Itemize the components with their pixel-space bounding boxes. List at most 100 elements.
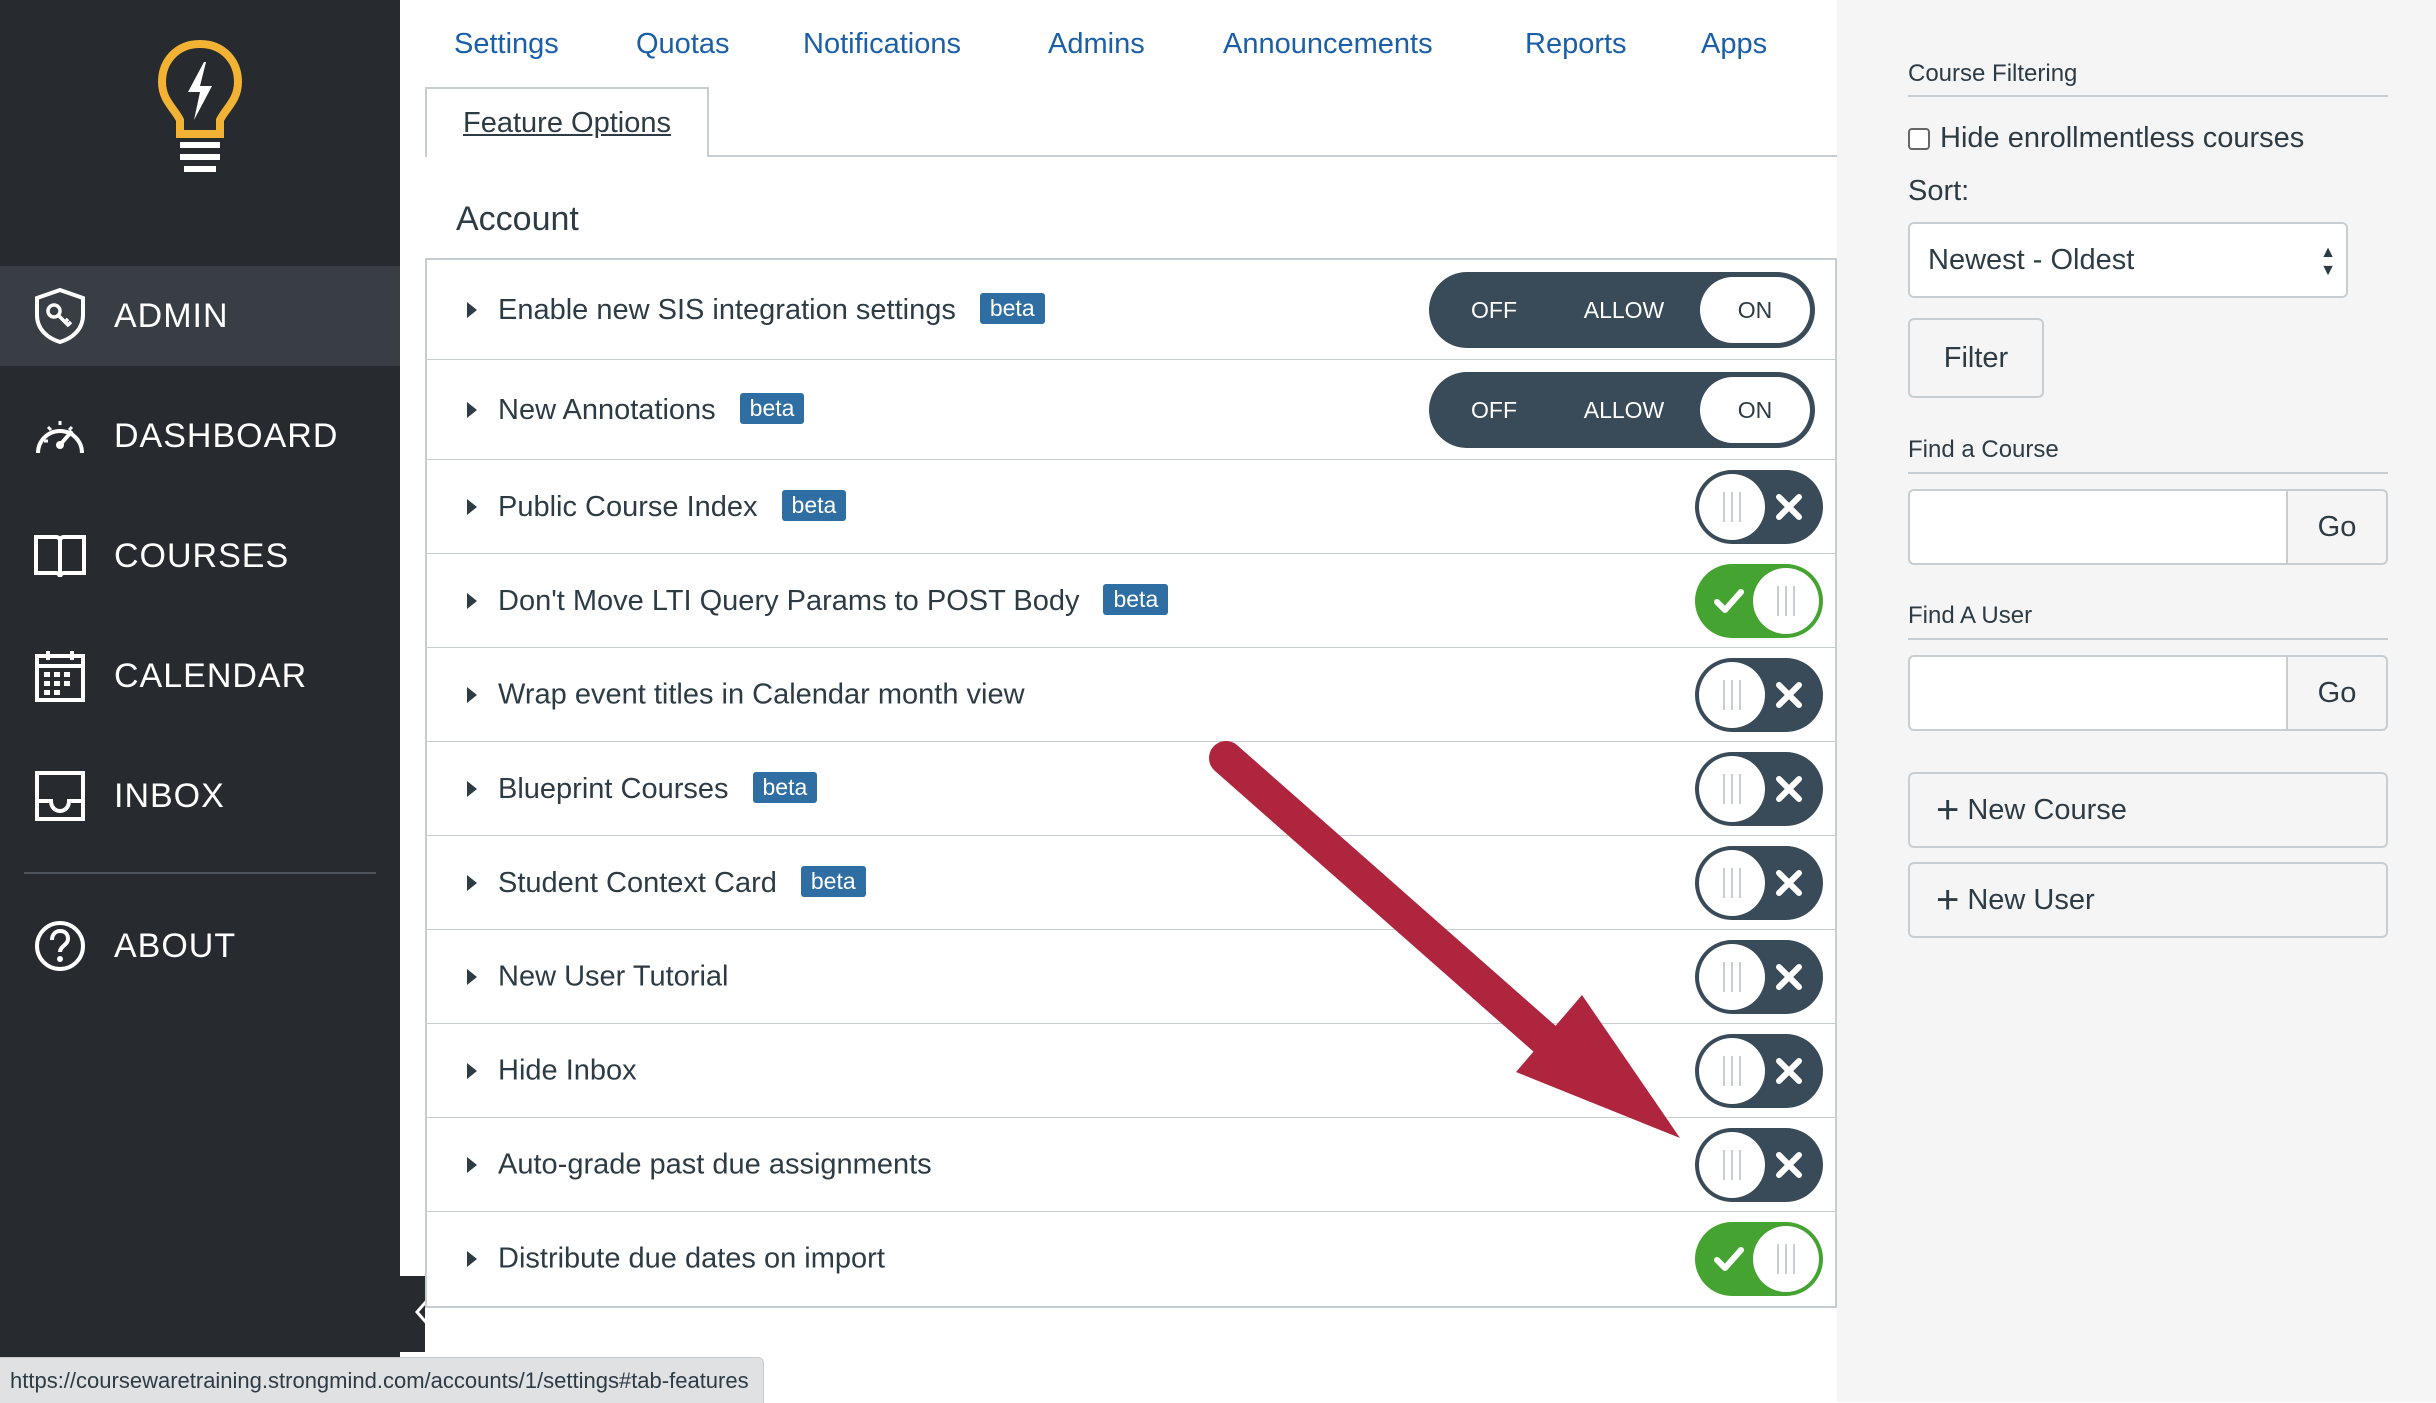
beta-badge: beta (781, 489, 847, 521)
filter-button[interactable]: Filter (1908, 318, 2044, 398)
x-icon (1769, 957, 1809, 997)
lightbulb-icon[interactable] (150, 36, 250, 176)
feature-state-selector[interactable]: OFF ALLOW ON (1429, 371, 1815, 448)
state-off-option[interactable]: OFF (1449, 372, 1539, 448)
speedometer-icon (30, 406, 90, 466)
state-allow-option[interactable]: ALLOW (1564, 372, 1684, 448)
expand-caret-icon[interactable] (467, 1156, 477, 1173)
global-navigation: ADMIN DASHBOARD COURSES CALENDAR INBOX A… (0, 0, 400, 1402)
expand-caret-icon[interactable] (467, 968, 477, 985)
nav-item-dashboard[interactable]: DASHBOARD (0, 386, 400, 486)
inbox-icon (30, 766, 90, 826)
sort-select-value: Newest - Oldest (1928, 243, 2135, 276)
checkbox-label[interactable]: Hide enrollmentless courses (1940, 122, 2304, 155)
new-user-button[interactable]: + New User (1908, 862, 2388, 938)
nav-item-label: CALENDAR (114, 656, 308, 695)
expand-caret-icon[interactable] (467, 874, 477, 891)
beta-badge: beta (800, 865, 866, 897)
x-icon (1769, 675, 1809, 715)
beta-badge: beta (979, 292, 1045, 324)
course-filtering-heading: Course Filtering (1908, 60, 2078, 87)
find-user-input[interactable] (1908, 655, 2288, 731)
feature-name: Distribute due dates on import (498, 1242, 885, 1275)
feature-state-selector[interactable]: OFF ALLOW ON (1429, 271, 1815, 348)
hide-enrollmentless-checkbox[interactable]: Hide enrollmentless courses (1908, 122, 2304, 155)
expand-caret-icon[interactable] (467, 1251, 477, 1267)
feature-name: Hide Inbox (498, 1054, 637, 1086)
nav-item-calendar[interactable]: CALENDAR (0, 626, 400, 726)
feature-row: Don't Move LTI Query Params to POST Body… (427, 554, 1835, 648)
tab-settings[interactable]: Settings (454, 28, 559, 61)
sort-label: Sort: (1908, 175, 1970, 207)
checkbox-box[interactable] (1908, 127, 1930, 150)
feature-row: Student Context Card beta (427, 836, 1835, 930)
expand-caret-icon[interactable] (467, 301, 477, 318)
x-icon (1769, 863, 1809, 903)
feature-row: Distribute due dates on import (427, 1212, 1835, 1306)
feature-toggle[interactable] (1695, 563, 1823, 638)
tab-reports[interactable]: Reports (1525, 28, 1627, 61)
toggle-grip-icon (1699, 849, 1765, 916)
check-icon (1709, 1239, 1749, 1279)
feature-toggle[interactable] (1695, 1222, 1823, 1296)
nav-item-label: COURSES (114, 536, 290, 575)
feature-name: Blueprint Courses beta (498, 771, 818, 806)
expand-caret-icon[interactable] (467, 498, 477, 515)
beta-badge: beta (752, 771, 818, 803)
feature-toggle[interactable] (1695, 845, 1823, 920)
tab-apps[interactable]: Apps (1701, 28, 1767, 61)
feature-toggle[interactable] (1695, 657, 1823, 732)
feature-name: Student Context Card beta (498, 865, 866, 900)
tab-notifications[interactable]: Notifications (803, 28, 961, 61)
divider (1908, 472, 2388, 474)
find-user-go-button[interactable]: Go (2286, 655, 2388, 731)
feature-toggle[interactable] (1695, 1127, 1823, 1202)
beta-badge: beta (1103, 583, 1169, 615)
find-course-go-button[interactable]: Go (2286, 489, 2388, 565)
beta-badge: beta (739, 392, 805, 424)
feature-toggle[interactable] (1695, 751, 1823, 826)
check-icon (1709, 581, 1749, 621)
tab-announcements[interactable]: Announcements (1223, 28, 1433, 61)
state-on-option[interactable]: ON (1700, 276, 1810, 343)
state-on-option[interactable]: ON (1700, 376, 1810, 443)
nav-item-admin[interactable]: ADMIN (0, 266, 400, 366)
sort-select[interactable]: Newest - Oldest ▲ ▼ (1908, 222, 2348, 298)
state-allow-option[interactable]: ALLOW (1564, 272, 1684, 348)
find-user-heading: Find A User (1908, 602, 2033, 629)
expand-caret-icon[interactable] (467, 592, 477, 609)
expand-caret-icon[interactable] (467, 780, 477, 797)
new-course-button[interactable]: + New Course (1908, 772, 2388, 848)
expand-caret-icon[interactable] (467, 1062, 477, 1079)
calendar-icon (30, 646, 90, 706)
find-course-input[interactable] (1908, 489, 2288, 565)
feature-toggle[interactable] (1695, 1033, 1823, 1108)
toggle-grip-icon (1699, 473, 1765, 540)
plus-icon: + (1936, 788, 1960, 832)
nav-item-label: ADMIN (114, 296, 229, 335)
x-icon (1769, 1051, 1809, 1091)
divider (1908, 95, 2388, 97)
nav-item-about[interactable]: ABOUT (0, 896, 400, 996)
plus-icon: + (1936, 878, 1960, 922)
feature-name: Public Course Index beta (498, 489, 847, 524)
feature-toggle[interactable] (1695, 939, 1823, 1014)
toggle-grip-icon (1753, 1226, 1819, 1292)
feature-toggle[interactable] (1695, 469, 1823, 544)
x-icon (1769, 1145, 1809, 1185)
nav-item-inbox[interactable]: INBOX (0, 746, 400, 846)
feature-name: Wrap event titles in Calendar month view (498, 678, 1025, 710)
expand-caret-icon[interactable] (467, 686, 477, 703)
nav-item-courses[interactable]: COURSES (0, 506, 400, 606)
feature-row: New User Tutorial (427, 930, 1835, 1024)
feature-row: Public Course Index beta (427, 460, 1835, 554)
tab-admins[interactable]: Admins (1048, 28, 1145, 61)
tab-quotas[interactable]: Quotas (636, 28, 730, 61)
tab-feature-options[interactable]: Feature Options (425, 87, 709, 157)
expand-caret-icon[interactable] (467, 401, 477, 418)
feature-name: New Annotations beta (498, 392, 805, 427)
toggle-grip-icon (1699, 661, 1765, 728)
state-off-option[interactable]: OFF (1449, 272, 1539, 348)
shield-icon (30, 286, 90, 346)
question-icon (30, 916, 90, 976)
